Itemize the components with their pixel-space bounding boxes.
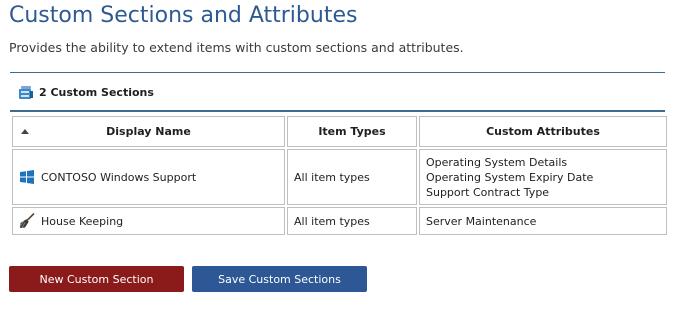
broom-icon [19, 213, 35, 229]
table-row[interactable]: House Keeping All item types Server Main… [12, 207, 667, 235]
table-header-row: Display Name Item Types Custom Attribute… [12, 116, 667, 147]
custom-sections-table: Display Name Item Types Custom Attribute… [10, 114, 669, 237]
page-subtitle: Provides the ability to extend items wit… [9, 40, 464, 55]
column-header-label: Custom Attributes [486, 125, 600, 138]
item-types-cell: All item types [287, 149, 417, 205]
display-name-cell[interactable]: House Keeping [12, 207, 285, 235]
save-custom-sections-button[interactable]: Save Custom Sections [192, 266, 367, 292]
custom-sections-icon [19, 85, 33, 100]
column-header-custom-attributes[interactable]: Custom Attributes [419, 116, 667, 147]
column-header-label: Display Name [106, 125, 191, 138]
custom-attributes-cell: Server Maintenance [419, 207, 667, 235]
attribute-item: Support Contract Type [426, 185, 550, 199]
display-name-text: House Keeping [41, 214, 124, 228]
section-count-label: 2 Custom Sections [39, 85, 154, 99]
attribute-item: Operating System Expiry Date [426, 170, 594, 184]
windows-logo-icon [19, 169, 35, 185]
attribute-item: Operating System Details [426, 155, 568, 169]
display-name-cell[interactable]: CONTOSO Windows Support [12, 149, 285, 205]
attribute-item: Server Maintenance [426, 214, 537, 228]
table-row[interactable]: CONTOSO Windows Support All item types O… [12, 149, 667, 205]
new-custom-section-button[interactable]: New Custom Section [9, 266, 184, 292]
section-divider-top [10, 72, 665, 73]
display-name-text: CONTOSO Windows Support [41, 170, 197, 184]
page-title: Custom Sections and Attributes [9, 3, 358, 28]
section-divider-bottom [10, 110, 665, 112]
column-header-display-name[interactable]: Display Name [12, 116, 285, 147]
item-types-cell: All item types [287, 207, 417, 235]
column-header-label: Item Types [318, 125, 386, 138]
custom-attributes-cell: Operating System Details Operating Syste… [419, 149, 667, 205]
sort-ascending-icon[interactable] [21, 129, 29, 134]
section-header: 2 Custom Sections [19, 84, 154, 100]
column-header-item-types[interactable]: Item Types [287, 116, 417, 147]
custom-sections-page: Custom Sections and Attributes Provides … [0, 0, 679, 330]
